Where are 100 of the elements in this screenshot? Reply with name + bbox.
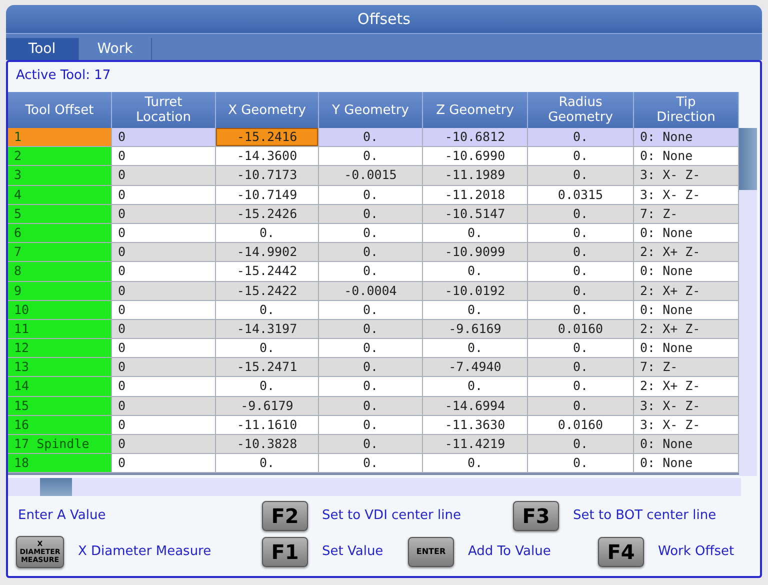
table-cell: 7	[8, 243, 112, 262]
table-cell: 0	[112, 300, 216, 320]
table-cell: 11	[8, 320, 112, 340]
table-row[interactable]: 13 0 -15.2471 0. -7.4940 0. 7: Z-	[8, 358, 739, 378]
table-cell: 0	[112, 358, 216, 378]
function-key[interactable]: F4	[598, 537, 644, 567]
table-cell: 0	[112, 243, 216, 262]
table-cell: -9.6169	[423, 320, 528, 340]
table-cell: -14.3600	[216, 147, 319, 166]
window-title: Offsets	[358, 8, 410, 30]
table-cell: 0.	[423, 300, 528, 320]
table-cell: 0.	[319, 128, 423, 148]
table-cell: -10.3828	[216, 435, 319, 454]
horizontal-scrollbar[interactable]	[8, 478, 741, 496]
scrollbar-thumb[interactable]	[40, 478, 72, 496]
function-key[interactable]: F3	[513, 501, 559, 531]
table-row[interactable]: 3 0 -10.7173 -0.0015 -11.1989 0. 3: X- Z-	[8, 166, 739, 186]
function-key[interactable]: F1	[262, 537, 308, 567]
table-cell: -10.7149	[216, 186, 319, 205]
table-cell: 0	[112, 454, 216, 474]
table-cell: -14.9902	[216, 243, 319, 262]
table-cell: 0.	[528, 282, 634, 301]
table-row[interactable]: 15 0 -9.6179 0. -14.6994 0. 3: X- Z-	[8, 396, 739, 416]
table-row[interactable]: 14 0 0. 0. 0. 0. 2: X+ Z-	[8, 377, 739, 397]
table-row[interactable]: 6 0 0. 0. 0. 0. 0: None	[8, 224, 739, 244]
table-row[interactable]: 18 0 0. 0. 0. 0. 0: None	[8, 454, 739, 474]
table-cell: 0.	[319, 320, 423, 340]
table-cell: 2: X+ Z-	[634, 282, 739, 301]
table-cell: 7: Z-	[634, 204, 739, 224]
hint-text: Set to BOT center line	[573, 507, 716, 526]
table-cell: 16	[8, 416, 112, 435]
table-cell: -10.6990	[423, 147, 528, 166]
table-cell: 0.	[319, 358, 423, 378]
table-cell: -14.6994	[423, 396, 528, 416]
table-cell: 0: None	[634, 224, 739, 244]
table-cell: 0: None	[634, 262, 739, 282]
table-row[interactable]: 10 0 0. 0. 0. 0. 0: None	[8, 300, 739, 320]
table-cell: 7: Z-	[634, 358, 739, 378]
table-row[interactable]: 8 0 -15.2442 0. 0. 0. 0: None	[8, 262, 739, 282]
table-cell: 0.	[319, 416, 423, 435]
table-cell: 0.	[528, 128, 634, 148]
table-cell: -11.4219	[423, 435, 528, 454]
table-cell: 0.	[528, 454, 634, 474]
table-cell: 3	[8, 166, 112, 186]
table-row[interactable]: 12 0 0. 0. 0. 0. 0: None	[8, 339, 739, 358]
function-key[interactable]: F2	[262, 501, 308, 531]
table-cell: 1	[8, 128, 112, 148]
table-cell: 0.	[319, 204, 423, 224]
table-cell: 0.	[319, 377, 423, 397]
table-cell: 4	[8, 186, 112, 205]
table-cell: 2	[8, 147, 112, 166]
table-cell: 9	[8, 282, 112, 301]
hint-text: X Diameter Measure	[78, 543, 212, 562]
table-cell: 3: X- Z-	[634, 396, 739, 416]
table-cell: -7.4940	[423, 358, 528, 378]
table-row[interactable]: 16 0 -11.1610 0. -11.3630 0.0160 3: X- Z-	[8, 416, 739, 435]
table-cell: 2: X+ Z-	[634, 320, 739, 340]
table-cell: 0.	[216, 300, 319, 320]
table-cell: 0	[112, 435, 216, 454]
table-row[interactable]: 5 0 -15.2426 0. -10.5147 0. 7: Z-	[8, 204, 739, 224]
table-cell: 14	[8, 377, 112, 397]
table-cell: 0	[112, 262, 216, 282]
table-cell: 0	[112, 204, 216, 224]
table-cell: 0: None	[634, 435, 739, 454]
table-cell: 0.	[216, 339, 319, 358]
table-cell: 0.	[216, 377, 319, 397]
scrollbar-thumb[interactable]	[739, 128, 757, 190]
vertical-scrollbar[interactable]	[739, 128, 757, 476]
table-cell: 0: None	[634, 147, 739, 166]
table-cell: -9.6179	[216, 396, 319, 416]
table-row[interactable]: 17 Spindle 0 -10.3828 0. -11.4219 0. 0: None	[8, 435, 739, 454]
table-cell: 0.	[528, 243, 634, 262]
table-cell: 13	[8, 358, 112, 378]
table-row[interactable]: 7 0 -14.9902 0. -10.9099 0. 2: X+ Z-	[8, 243, 739, 262]
table-cell: 0.	[319, 396, 423, 416]
table-cell: 0.	[528, 358, 634, 378]
table-cell: -15.2416	[216, 128, 319, 148]
table-cell: 0	[112, 282, 216, 301]
table-cell: 15	[8, 396, 112, 416]
table-row[interactable]: 11 0 -14.3197 0. -9.6169 0.0160 2: X+ Z-	[8, 320, 739, 340]
table-cell: 0	[112, 186, 216, 205]
table-cell: -10.0192	[423, 282, 528, 301]
table-row[interactable]: 2 0 -14.3600 0. -10.6990 0. 0: None	[8, 147, 739, 166]
table-row[interactable]: 4 0 -10.7149 0. -11.2018 0.0315 3: X- Z-	[8, 186, 739, 205]
enter-key[interactable]: ENTER	[408, 537, 454, 567]
table-cell: 18	[8, 454, 112, 474]
tab[interactable]: Tool	[6, 38, 79, 60]
table-cell: 0.	[319, 454, 423, 474]
table-row[interactable]: 1 0 -15.2416 0. -10.6812 0. 0: None	[8, 128, 739, 148]
table-cell: 0	[112, 147, 216, 166]
table-cell: 8	[8, 262, 112, 282]
table-cell: -15.2442	[216, 262, 319, 282]
table-row[interactable]: 9 0 -15.2422 -0.0004 -10.0192 0. 2: X+ Z-	[8, 282, 739, 301]
table-cell: 0: None	[634, 128, 739, 148]
table-cell: 0.	[319, 243, 423, 262]
hint-text: Add To Value	[468, 543, 551, 562]
table-cell: -15.2422	[216, 282, 319, 301]
table-cell: 3: X- Z-	[634, 186, 739, 205]
table-cell: 5	[8, 204, 112, 224]
table-cell: 3: X- Z-	[634, 166, 739, 186]
